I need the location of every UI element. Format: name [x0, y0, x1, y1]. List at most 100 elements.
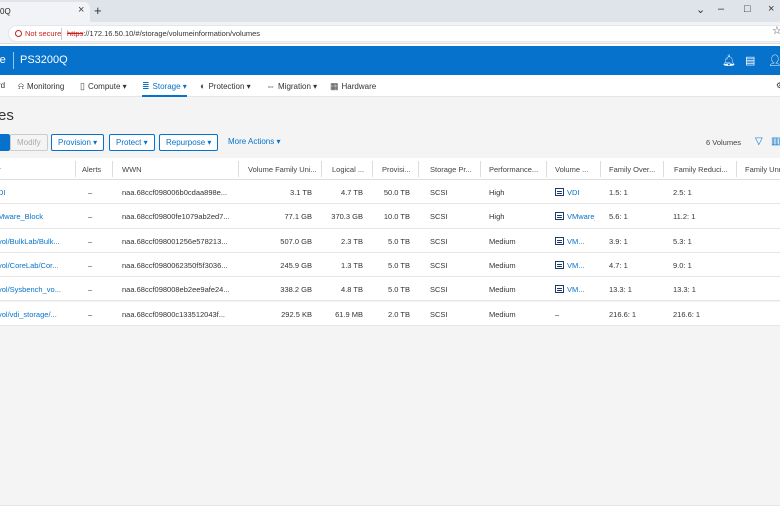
close-tab-icon[interactable]: ×: [78, 4, 84, 16]
column-header[interactable]: Family Over...: [609, 165, 655, 174]
nav-dashboard[interactable]: rd: [0, 81, 5, 90]
more-actions-button[interactable]: More Actions ▾: [222, 134, 286, 151]
family-overall-cell: 4.7: 1: [609, 261, 659, 270]
volume-name[interactable]: DI: [0, 188, 68, 197]
column-header[interactable]: Volume Family Uni...: [248, 165, 317, 174]
not-secure-indicator[interactable]: Not secure: [15, 29, 61, 38]
column-header[interactable]: WWN: [122, 165, 142, 174]
family-unique-cell-text: 3.1 TB: [290, 188, 312, 197]
nav-hardware-label: Hardware: [341, 82, 377, 91]
provisioned-cell-text: 5.0 TB: [388, 236, 410, 246]
storage-protocol-cell-text: SCSI: [430, 260, 448, 270]
nav-monitoring-label: Monitoring: [26, 82, 65, 91]
create-button[interactable]: [0, 134, 10, 151]
volume-name-text: vol/vdi_storage/...: [0, 309, 57, 319]
family-overall-cell-text: 5.6: 1: [609, 212, 628, 222]
maximize-icon[interactable]: □: [744, 3, 751, 15]
column-header[interactable]: Logical ...: [332, 165, 364, 174]
column-separator[interactable]: [75, 161, 76, 177]
volume-group-cell[interactable]: VM...: [555, 285, 595, 294]
family-reduction-cell-text: 2.5: 1: [673, 188, 692, 197]
minimize-icon[interactable]: –: [718, 3, 724, 15]
column-header[interactable]: Volume ...: [555, 165, 588, 174]
alerts-cell-text: –: [88, 260, 93, 270]
close-window-icon[interactable]: ×: [768, 3, 774, 15]
column-separator[interactable]: [238, 161, 239, 177]
volume-name[interactable]: vol/CoreLab/Cor...: [0, 261, 68, 270]
volume-name[interactable]: vol/vdi_storage/...: [0, 310, 68, 319]
nav-monitoring[interactable]: ⍾ Monitoring: [18, 81, 64, 92]
column-separator[interactable]: [663, 161, 664, 177]
nav-hardware[interactable]: ▦ Hardware: [330, 81, 376, 92]
column-separator[interactable]: [418, 161, 419, 177]
alerts-cell: –: [88, 188, 98, 197]
volume-group-cell[interactable]: VM...: [555, 260, 595, 270]
url-field[interactable]: Not secure https://172.16.50.10/#/storag…: [8, 25, 780, 42]
user-icon[interactable]: 👤︎: [768, 54, 780, 67]
nav-storage[interactable]: ≣ Storage ▾: [142, 81, 187, 97]
performance-policy-cell: High: [489, 212, 539, 221]
column-header[interactable]: Storage Pr...: [430, 165, 472, 174]
new-tab-icon[interactable]: +: [94, 3, 102, 18]
column-separator[interactable]: [546, 161, 547, 177]
bell-icon: ⍾: [18, 81, 24, 91]
storage-protocol-cell-text: SCSI: [430, 212, 448, 222]
browser-tab[interactable]: 0Q ×: [0, 2, 90, 22]
column-separator[interactable]: [112, 161, 113, 177]
volume-name[interactable]: vol/BulkLab/Bulk...: [0, 237, 68, 246]
table-row[interactable]: Mware_Block – naa.68ccf09800fe1079ab2ed7..…: [0, 204, 780, 229]
wwn-cell: naa.68ccf0980062350f5f3036...: [122, 261, 232, 270]
table-row[interactable]: vol/Sysbench_vo... – naa.68ccf098008eb2ee9…: [0, 277, 780, 302]
column-separator[interactable]: [600, 161, 601, 177]
volume-group-cell-text: VDI: [567, 188, 580, 197]
column-header[interactable]: Family Reduci...: [674, 165, 728, 174]
storage-icon: ≣: [142, 81, 150, 91]
jobs-icon[interactable]: ▤: [745, 54, 755, 67]
provision-button[interactable]: Provision ▾: [51, 134, 105, 151]
column-separator[interactable]: [372, 161, 373, 177]
volume-name[interactable]: vol/Sysbench_vo...: [0, 285, 68, 294]
column-header[interactable]: Provisi...: [382, 165, 411, 174]
alerts-cell-text: –: [88, 309, 93, 319]
column-separator[interactable]: [736, 161, 737, 177]
volume-group-cell[interactable]: VM...: [555, 236, 595, 246]
logical-used-cell: 370.3 GB: [325, 212, 363, 221]
bookmark-star-icon[interactable]: ☆: [772, 24, 780, 37]
table-row[interactable]: vol/CoreLab/Cor... – naa.68ccf0980062350f5…: [0, 252, 780, 278]
storage-protocol-cell-text: SCSI: [430, 285, 448, 295]
volume-group-cell-text: VM...: [567, 236, 585, 246]
volume-name[interactable]: Mware_Block: [0, 212, 68, 221]
volume-group-cell[interactable]: VMware_Block: [555, 212, 595, 221]
wwn-cell-text: naa.68ccf09800c133512043f...: [122, 309, 226, 319]
family-overall-cell: 13.3: 1: [609, 285, 659, 294]
table-row[interactable]: vol/vdi_storage/... – naa.68ccf09800c13351…: [0, 301, 780, 326]
column-header[interactable]: ↑: [0, 165, 2, 174]
filter-icon[interactable]: ▽: [755, 136, 763, 147]
column-separator[interactable]: [321, 161, 322, 177]
nav-migration[interactable]: ⇔ Migration ▾: [266, 81, 317, 91]
family-reduction-cell: 5.3: 1: [673, 237, 731, 246]
performance-policy-cell: Medium: [489, 261, 539, 270]
protect-button[interactable]: Protect ▾: [109, 134, 155, 151]
nav-protection[interactable]: ◐ Protection ▾: [200, 81, 251, 91]
migration-icon: ⇔: [266, 81, 275, 91]
family-unique-cell: 77.1 GB: [250, 212, 312, 221]
bell-icon[interactable]: 🔔︎: [722, 54, 736, 67]
column-separator[interactable]: [480, 161, 481, 177]
volume-group-cell[interactable]: VDI: [555, 188, 595, 197]
column-header[interactable]: Performance...: [489, 165, 538, 174]
nav-compute[interactable]: ▯ Compute ▾: [80, 81, 127, 92]
columns-icon[interactable]: ▥: [771, 136, 780, 147]
volume-group-icon: [555, 285, 564, 294]
dropdown-icon[interactable]: ⌄: [696, 3, 705, 16]
table-row[interactable]: DI – naa.68ccf098006b0cdaa898e... 3.1 TB 4.7…: [0, 180, 780, 205]
settings-icon[interactable]: ⚙: [776, 81, 780, 90]
wwn-cell-text: naa.68ccf098006b0cdaa898e...: [122, 188, 228, 197]
column-header[interactable]: Family Unre: [745, 165, 780, 174]
modify-button[interactable]: Modify: [10, 134, 48, 151]
family-reduction-cell: 2.5: 1: [673, 188, 731, 197]
column-header[interactable]: Alerts: [82, 165, 101, 174]
repurpose-button[interactable]: Repurpose ▾: [159, 134, 219, 151]
nav-dashboard-label: rd: [0, 81, 6, 90]
table-row[interactable]: vol/BulkLab/Bulk... – naa.68ccf098001256e5…: [0, 228, 780, 253]
